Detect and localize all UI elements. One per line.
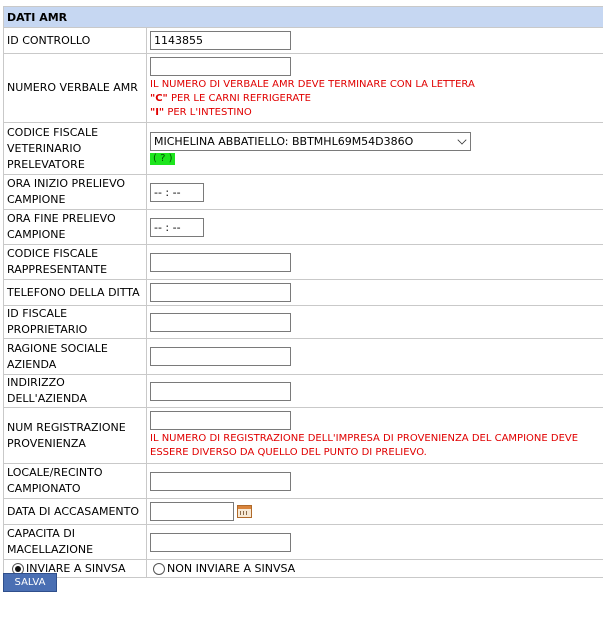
warning-c-letter: "C" — [150, 92, 168, 104]
indirizzo-input[interactable] — [150, 381, 291, 401]
locale-input[interactable] — [150, 471, 291, 491]
telefono-label: TELEFONO DELLA DITTA — [3, 279, 147, 306]
cf-rappresentante-label: CODICE FISCALE RAPPRESENTANTE — [3, 244, 147, 280]
num-registrazione-input[interactable] — [150, 411, 291, 430]
capacita-label: CAPACITA DI MACELLAZIONE — [3, 524, 147, 560]
warning-line-i: "I" PER L'INTESTINO — [150, 106, 600, 120]
numero-verbale-input[interactable] — [150, 56, 291, 76]
ragione-sociale-label: RAGIONE SOCIALE AZIENDA — [3, 338, 147, 375]
warning-line-1: IL NUMERO DI VERBALE AMR DEVE TERMINARE … — [150, 78, 475, 90]
data-accasamento-input[interactable] — [150, 502, 234, 521]
veterinario-selected-value: MICHELINA ABBATIELLO: BBTMHL69M54D386O — [154, 135, 414, 148]
data-accasamento-label: DATA DI ACCASAMENTO — [3, 498, 147, 525]
warning-line-c: "C" PER LE CARNI REFRIGERATE — [150, 92, 600, 106]
ragione-sociale-input[interactable] — [150, 347, 291, 366]
non-invia-radio[interactable] — [153, 563, 165, 575]
numero-verbale-label: NUMERO VERBALE AMR — [3, 53, 147, 123]
num-registrazione-warning: IL NUMERO DI REGISTRAZIONE DELL'IMPRESA … — [150, 433, 579, 458]
ora-inizio-input[interactable]: -- : -- — [150, 182, 204, 202]
dati-amr-form: DATI AMR ID CONTROLLO 1143855 NUMERO VER… — [3, 6, 603, 578]
id-controllo-label: ID CONTROLLO — [3, 27, 147, 54]
id-controllo-input[interactable]: 1143855 — [150, 31, 291, 50]
codice-fiscale-vet-label: CODICE FISCALE VETERINARIO PRELEVATORE — [3, 122, 147, 175]
cf-rappresentante-input[interactable] — [150, 252, 291, 272]
ora-inizio-label: ORA INIZIO PRELIEVO CAMPIONE — [3, 174, 147, 210]
help-button[interactable]: ( ? ) — [150, 153, 176, 165]
section-title: DATI AMR — [3, 6, 603, 28]
numero-verbale-warning: IL NUMERO DI VERBALE AMR DEVE TERMINARE … — [150, 78, 600, 120]
chevron-down-icon — [457, 135, 467, 145]
locale-label: LOCALE/RECINTO CAMPIONATO — [3, 463, 147, 499]
telefono-input[interactable] — [150, 283, 291, 302]
non-invia-label: NON INVIARE A SINVSA — [167, 562, 296, 575]
id-fiscale-label: ID FISCALE PROPRIETARIO — [3, 305, 147, 339]
num-registrazione-label: NUM REGISTRAZIONE PROVENIENZA — [3, 407, 147, 464]
ora-fine-input[interactable]: -- : -- — [150, 217, 204, 237]
warning-c-text: PER LE CARNI REFRIGERATE — [167, 92, 311, 104]
id-fiscale-input[interactable] — [150, 312, 291, 332]
warning-i-text: PER L'INTESTINO — [164, 106, 252, 118]
calendar-icon[interactable] — [237, 505, 252, 518]
ora-fine-label: ORA FINE PRELIEVO CAMPIONE — [3, 209, 147, 245]
form-table: DATI AMR ID CONTROLLO 1143855 NUMERO VER… — [3, 6, 603, 578]
warning-i-letter: "I" — [150, 106, 165, 118]
non-invia-option[interactable]: NON INVIARE A SINVSA — [146, 559, 603, 578]
veterinario-select[interactable]: MICHELINA ABBATIELLO: BBTMHL69M54D386O — [150, 132, 471, 151]
indirizzo-label: INDIRIZZO DELL'AZIENDA — [3, 374, 147, 408]
capacita-input[interactable] — [150, 532, 291, 552]
save-button[interactable]: SALVA — [3, 573, 57, 592]
